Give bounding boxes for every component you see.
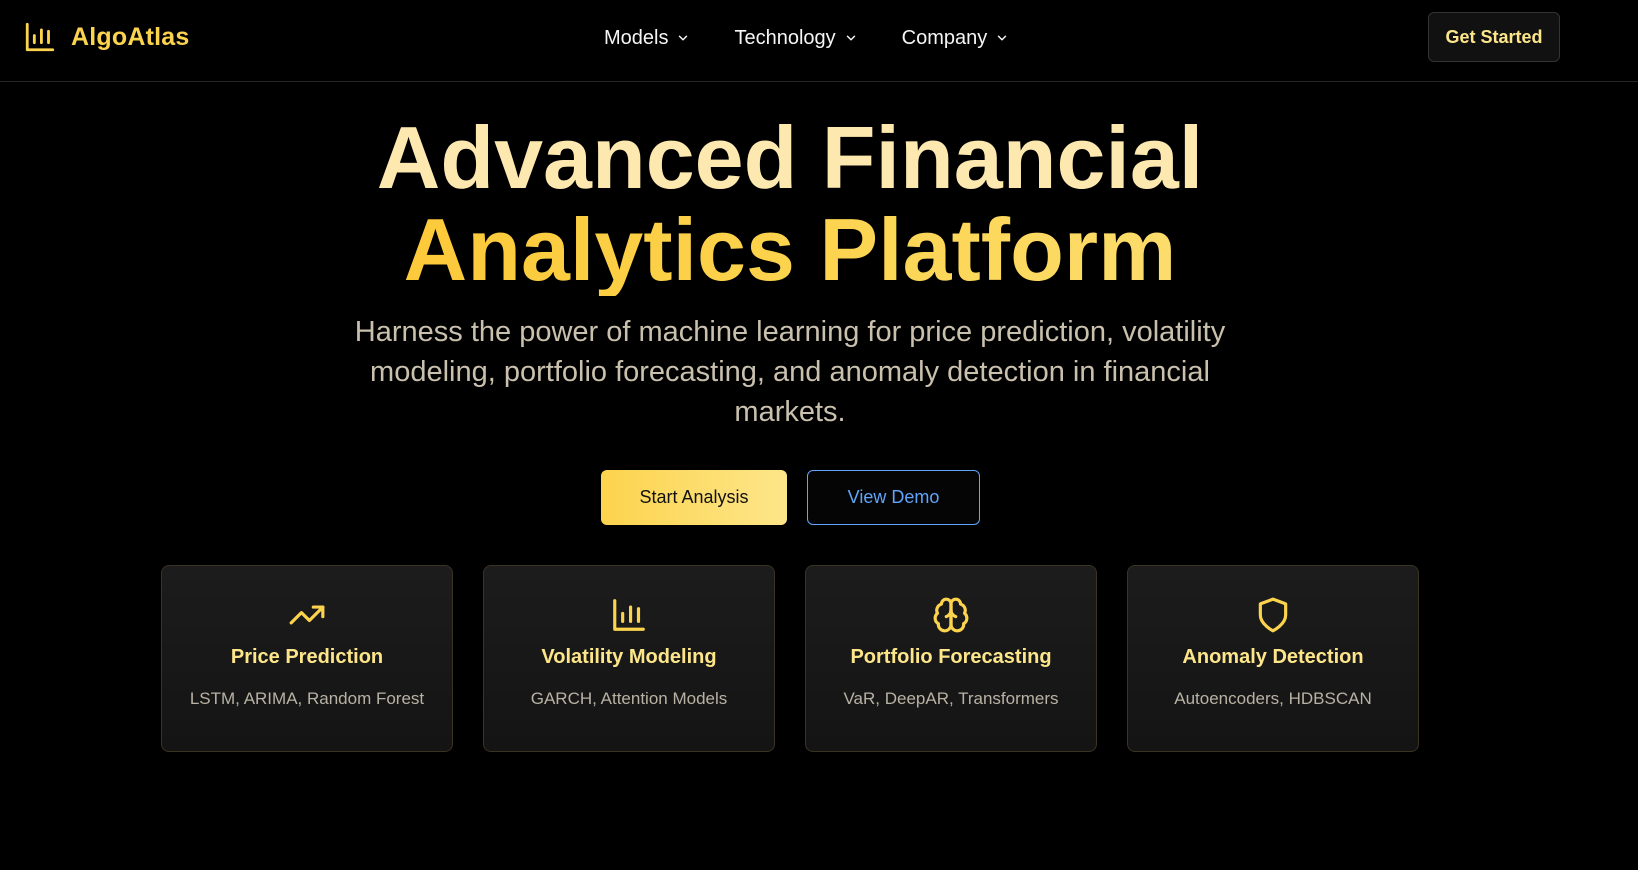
hero-cta-row: Start Analysis View Demo [601, 470, 980, 525]
feature-subtitle: LSTM, ARIMA, Random Forest [189, 689, 425, 708]
feature-subtitle: VaR, DeepAR, Transformers [843, 689, 1059, 708]
bar-chart-icon [613, 599, 645, 631]
shield-icon [1258, 597, 1288, 633]
landing-page: AlgoAtlas Models Technology Company Get … [0, 0, 1638, 870]
feature-card-price-prediction[interactable]: Price Prediction LSTM, ARIMA, Random For… [161, 565, 453, 752]
nav-models[interactable]: Models [604, 27, 690, 50]
chevron-down-icon [998, 35, 1007, 41]
hero-title: Advanced Financial Analytics Platform [0, 112, 1580, 296]
nav-models-label: Models [604, 26, 669, 49]
feature-card-volatility-modeling[interactable]: Volatility Modeling GARCH, Attention Mod… [483, 565, 775, 752]
chevron-down-icon [846, 35, 855, 41]
feature-title: Volatility Modeling [541, 646, 717, 668]
view-demo-button[interactable]: View Demo [807, 470, 980, 525]
brain-icon [933, 597, 969, 633]
start-analysis-button[interactable]: Start Analysis [601, 470, 787, 525]
trending-up-icon [289, 605, 325, 625]
brand-logo[interactable]: AlgoAtlas [23, 19, 189, 55]
feature-card-portfolio-forecasting[interactable]: Portfolio Forecasting VaR, DeepAR, Trans… [805, 565, 1097, 752]
nav-company[interactable]: Company [902, 27, 1010, 50]
chevron-down-icon [679, 35, 688, 41]
hero-subtitle: Harness the power of machine learning fo… [354, 316, 1226, 428]
nav-technology[interactable]: Technology [734, 27, 857, 50]
feature-title: Portfolio Forecasting [850, 646, 1052, 668]
hero-title-line1: Advanced Financial [376, 108, 1204, 207]
feature-subtitle: GARCH, Attention Models [530, 689, 728, 708]
bar-chart-icon [25, 22, 55, 52]
brand-name: AlgoAtlas [71, 22, 190, 51]
feature-cards: Price Prediction LSTM, ARIMA, Random For… [161, 565, 1419, 752]
nav-technology-label: Technology [734, 26, 836, 49]
top-navbar: AlgoAtlas Models Technology Company Get … [0, 0, 1638, 82]
nav-company-label: Company [901, 26, 988, 49]
main-nav: Models Technology Company [604, 22, 1009, 54]
get-started-button[interactable]: Get Started [1428, 12, 1560, 62]
feature-title: Anomaly Detection [1182, 646, 1364, 668]
feature-subtitle: Autoencoders, HDBSCAN [1174, 689, 1372, 708]
feature-title: Price Prediction [230, 646, 384, 668]
hero-title-line2: Analytics Platform [0, 204, 1580, 296]
feature-card-anomaly-detection[interactable]: Anomaly Detection Autoencoders, HDBSCAN [1127, 565, 1419, 752]
